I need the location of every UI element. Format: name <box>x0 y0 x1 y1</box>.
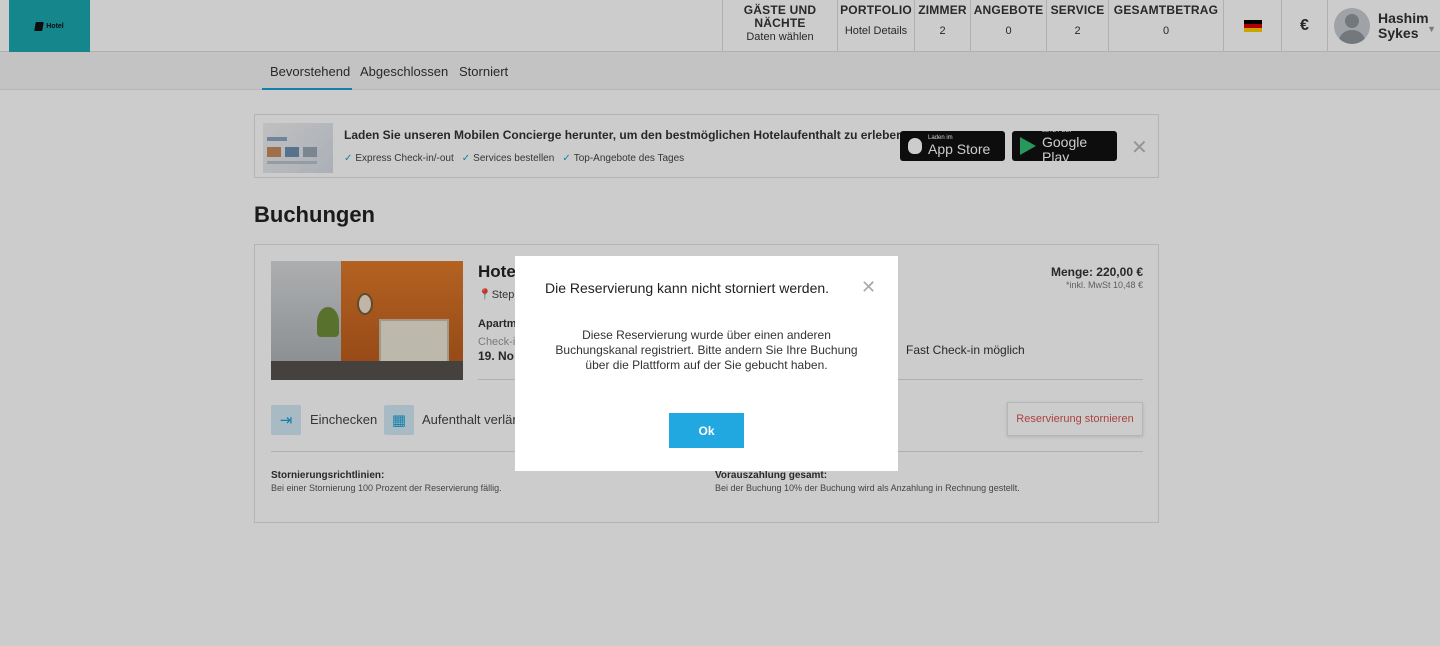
dialog-message: Diese Reservierung wurde über einen ande… <box>555 328 858 372</box>
ok-button[interactable]: Ok <box>669 413 744 448</box>
dialog-title: Die Reservierung kann nicht storniert we… <box>545 280 830 296</box>
close-icon[interactable]: ✕ <box>861 277 876 298</box>
cancel-error-dialog: Die Reservierung kann nicht storniert we… <box>515 256 898 471</box>
